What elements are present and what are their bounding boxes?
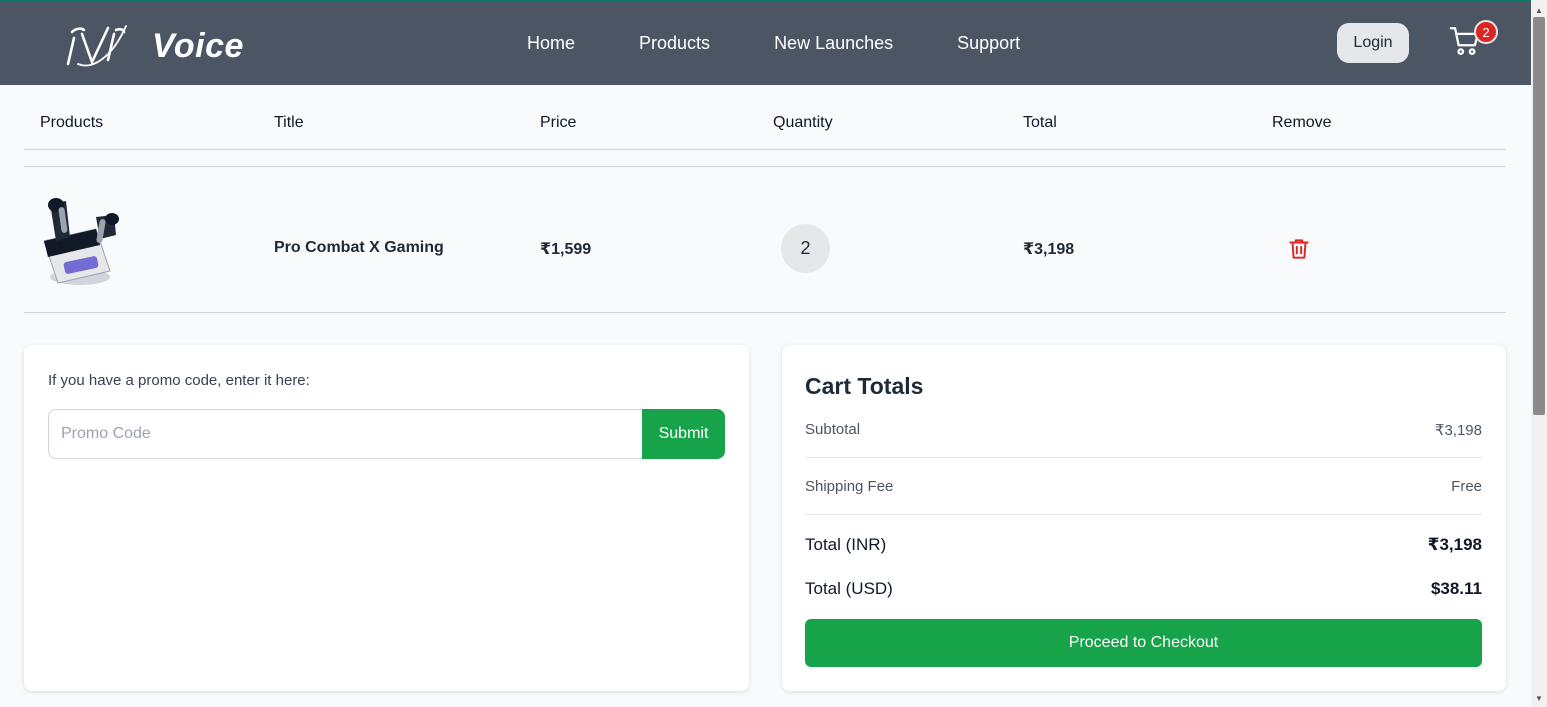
divider — [805, 514, 1482, 515]
subtotal-value: ₹3,198 — [1434, 422, 1482, 439]
brand-logo[interactable]: Voice — [58, 18, 244, 75]
product-price: ₹1,599 — [540, 241, 592, 258]
total-inr-row: Total (INR) ₹3,198 — [805, 535, 1482, 555]
table-row: Pro Combat X Gaming ₹1,599 2 ₹3,198 — [24, 167, 1506, 313]
login-button[interactable]: Login — [1337, 23, 1409, 63]
scroll-thumb[interactable] — [1533, 17, 1545, 415]
navbar: Voice Home Products New Launches Support… — [0, 2, 1531, 85]
nav-link-support[interactable]: Support — [957, 33, 1020, 54]
promo-code-input[interactable] — [48, 409, 643, 459]
divider — [805, 457, 1482, 458]
voice-logo-icon — [58, 18, 132, 75]
header-products: Products — [40, 114, 104, 131]
header-total: Total — [1023, 114, 1057, 131]
subtotal-label: Subtotal — [805, 421, 861, 438]
total-usd-row: Total (USD) $38.11 — [805, 579, 1482, 599]
scroll-up-arrow-icon[interactable]: ▲ — [1531, 2, 1547, 18]
earbuds-image — [34, 197, 120, 293]
total-usd-label: Total (USD) — [805, 579, 893, 598]
scroll-down-arrow-icon[interactable]: ▼ — [1531, 690, 1547, 706]
shipping-label: Shipping Fee — [805, 478, 894, 495]
header-price: Price — [540, 114, 577, 131]
trash-icon[interactable] — [1286, 236, 1312, 262]
nav-link-new-launches[interactable]: New Launches — [774, 33, 893, 54]
promo-card: If you have a promo code, enter it here:… — [24, 345, 749, 691]
total-inr-label: Total (INR) — [805, 535, 887, 554]
quantity-value: 2 — [781, 224, 830, 273]
proceed-to-checkout-button[interactable]: Proceed to Checkout — [805, 619, 1482, 667]
header-title: Title — [274, 114, 304, 131]
cart-icon — [1448, 27, 1482, 62]
header-quantity: Quantity — [773, 114, 833, 131]
header-remove: Remove — [1272, 114, 1332, 131]
cart-table-header: Products Title Price Quantity Total Remo… — [24, 99, 1506, 150]
main-nav: Home Products New Launches Support — [527, 33, 1084, 54]
shipping-value: Free — [1451, 478, 1482, 495]
shipping-row: Shipping Fee Free — [805, 478, 1482, 495]
cart-totals-card: Cart Totals Subtotal ₹3,198 Shipping Fee… — [782, 345, 1506, 691]
nav-link-home[interactable]: Home — [527, 33, 575, 54]
cart-count-badge: 2 — [1474, 20, 1498, 44]
total-usd-value: $38.11 — [1430, 579, 1482, 598]
cart-totals-title: Cart Totals — [805, 373, 924, 399]
promo-prompt: If you have a promo code, enter it here: — [48, 372, 310, 389]
promo-submit-button[interactable]: Submit — [642, 409, 725, 459]
nav-link-products[interactable]: Products — [639, 33, 710, 54]
subtotal-row: Subtotal ₹3,198 — [805, 421, 1482, 439]
brand-name: Voice — [152, 27, 244, 65]
total-inr-value: ₹3,198 — [1427, 535, 1482, 554]
product-total: ₹3,198 — [1023, 241, 1075, 258]
product-title: Pro Combat X Gaming — [274, 239, 444, 256]
